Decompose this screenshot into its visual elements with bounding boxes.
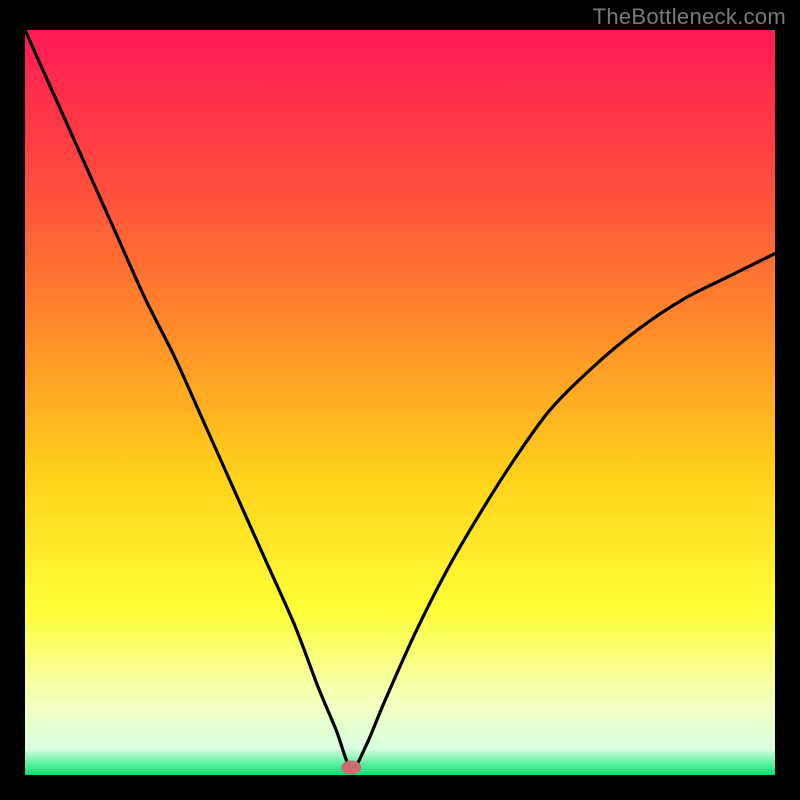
bottleneck-curve-chart [25,30,775,775]
optimal-point-marker [341,761,361,775]
chart-frame: TheBottleneck.com [0,0,800,800]
watermark-text: TheBottleneck.com [593,4,786,30]
plot-area [25,30,775,775]
